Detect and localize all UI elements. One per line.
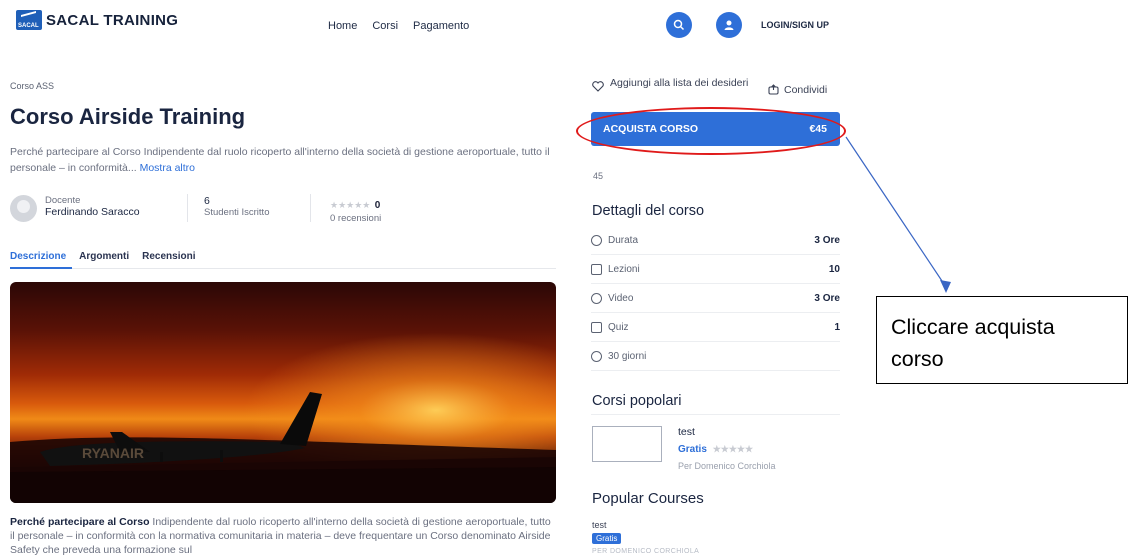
book-icon (591, 263, 602, 275)
wishlist-button[interactable]: Aggiungi alla lista dei desideri (592, 78, 750, 92)
sunset-airplane-image: RYANAIR (10, 282, 556, 503)
tab-descrizione[interactable]: Descrizione (10, 251, 66, 262)
play-icon (591, 292, 602, 304)
divider (187, 194, 188, 222)
wishlist-label: Aggiungi alla lista dei desideri (610, 77, 749, 89)
active-tab-indicator (10, 267, 72, 269)
students-count: 6 (204, 195, 210, 207)
heart-icon (592, 81, 604, 92)
popular-title: Corsi popolari (592, 393, 682, 409)
detail-label: 30 giorni (608, 350, 647, 362)
course-hero-image: RYANAIR (10, 282, 556, 503)
course-tabs: Descrizione Argomenti Recensioni (10, 251, 196, 262)
divider (591, 414, 840, 415)
clock-icon (591, 234, 602, 246)
tab-recensioni[interactable]: Recensioni (142, 251, 195, 262)
detail-row-access: 30 giorni (591, 342, 840, 371)
quiz-icon (591, 321, 602, 333)
detail-row-durata: Durata 3 Ore (591, 226, 840, 255)
price-label: Gratis (678, 444, 707, 455)
rating-stars-icon: ★★★★★ (330, 200, 371, 210)
popular-course-title[interactable]: test (678, 426, 695, 438)
login-signup-link[interactable]: LOGIN/SIGN UP (761, 20, 829, 30)
share-label: Condividi (784, 84, 828, 96)
intro-text: Perché partecipare al Corso Indipendente… (10, 146, 550, 174)
search-button[interactable] (666, 12, 692, 38)
show-more-link[interactable]: Mostra altro (140, 162, 195, 174)
detail-label: Quiz (608, 321, 629, 333)
popular-course-2-title[interactable]: test (592, 520, 607, 530)
detail-row-video: Video 3 Ore (591, 284, 840, 313)
popular-course-2-author: PER DOMENICO CORCHIOLA (592, 548, 700, 555)
reviews-count: 0 recensioni (330, 213, 382, 224)
description-bold: Perché partecipare al Corso (10, 516, 150, 528)
teacher-info: Docente Ferdinando Saracco (45, 195, 140, 218)
course-description: Perché partecipare al Corso Indipendente… (10, 515, 558, 555)
detail-row-lezioni: Lezioni 10 (591, 255, 840, 284)
rating-value: 0 (374, 200, 381, 211)
ryanair-text: RYANAIR (82, 445, 144, 461)
search-icon (673, 19, 685, 31)
price-note: 45 (593, 171, 604, 181)
user-icon (724, 20, 734, 30)
main-nav: Home Corsi Pagamento (328, 20, 469, 32)
popular-course-price: Gratis ★★★★★ (678, 444, 753, 455)
tab-argomenti[interactable]: Argomenti (79, 251, 129, 262)
detail-value: 10 (828, 263, 840, 275)
detail-label: Video (608, 292, 634, 304)
details-title: Dettagli del corso (592, 203, 705, 219)
detail-label: Lezioni (608, 263, 640, 275)
course-thumbnail[interactable] (592, 426, 662, 462)
page-title: Corso Airside Training (10, 104, 246, 129)
tabs-divider (10, 268, 556, 269)
user-button[interactable] (716, 12, 742, 38)
rating-stars-icon: ★★★★★ (712, 444, 754, 454)
share-icon (768, 84, 779, 95)
detail-value: 3 Ore (814, 292, 840, 304)
nav-pagamento[interactable]: Pagamento (413, 20, 469, 32)
detail-row-quiz: Quiz 1 (591, 313, 840, 342)
nav-home[interactable]: Home (328, 20, 357, 32)
clock-icon (591, 350, 602, 362)
detail-label: Durata (608, 234, 639, 246)
popular-courses-title: Popular Courses (592, 490, 704, 507)
students-info: 6 Studenti Iscritto (204, 195, 269, 218)
annotation-callout: Cliccare acquista corso (876, 296, 1128, 384)
nav-corsi[interactable]: Corsi (372, 20, 398, 32)
detail-value: 3 Ore (814, 234, 840, 246)
site-logo[interactable]: SACAL SACAL TRAINING (16, 10, 178, 30)
share-button[interactable]: Condividi (768, 84, 827, 96)
plane-logo-icon: SACAL (16, 10, 42, 30)
avatar (10, 195, 37, 222)
detail-value: 1 (834, 321, 840, 333)
teacher-label: Docente (45, 195, 81, 206)
popular-course-author: Per Domenico Corchiola (678, 461, 776, 471)
breadcrumb[interactable]: Corso ASS (10, 81, 54, 91)
students-label: Studenti Iscritto (204, 207, 270, 218)
teacher-name[interactable]: Ferdinando Saracco (45, 206, 140, 218)
highlight-ellipse (576, 107, 846, 155)
free-badge: Gratis (592, 533, 622, 544)
course-intro: Perché partecipare al Corso Indipendente… (10, 144, 558, 176)
logo-text: SACAL TRAINING (46, 11, 179, 29)
rating-info: ★★★★★ 0 0 recensioni (330, 195, 381, 224)
divider (310, 194, 311, 222)
